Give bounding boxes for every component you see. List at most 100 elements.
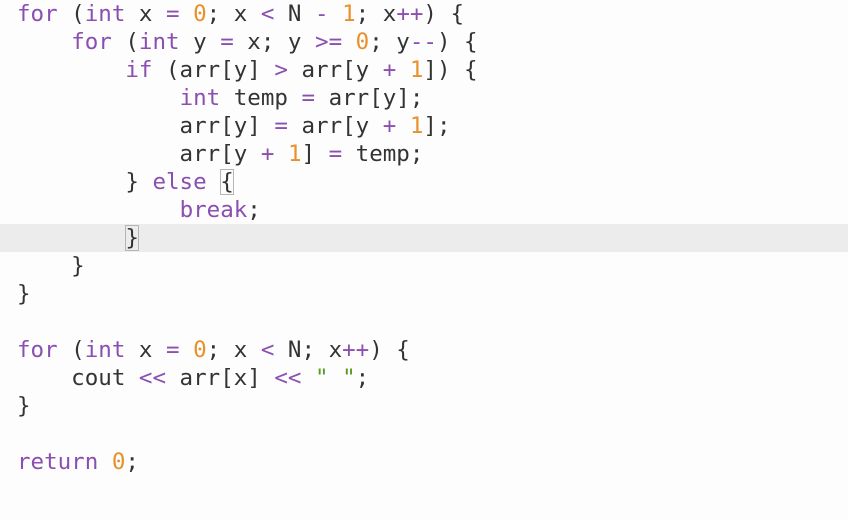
code-keyword: for: [17, 337, 58, 363]
code-number: 1: [342, 1, 356, 27]
code-text: arr[x]: [166, 365, 275, 391]
code-text: ];: [423, 113, 451, 139]
code-number: 0: [355, 29, 370, 55]
code-line[interactable]: arr[y + 1] = temp;: [0, 140, 848, 168]
code-operator: -: [315, 1, 329, 27]
code-line[interactable]: for (int y = x; y >= 0; y--) {: [0, 28, 848, 56]
code-line[interactable]: }: [0, 224, 848, 252]
code-text: ;: [247, 197, 261, 223]
code-operator: ++: [342, 337, 370, 363]
code-text: }: [17, 253, 85, 279]
code-keyword: else: [152, 169, 207, 195]
code-text: temp: [220, 85, 302, 111]
code-number: 0: [193, 1, 207, 27]
code-line[interactable]: } else {: [0, 168, 848, 196]
code-operator: +: [382, 57, 397, 83]
code-text: ;: [355, 365, 370, 391]
code-text: }: [17, 281, 31, 307]
code-keyword: for: [17, 1, 58, 27]
code-text: y: [179, 29, 221, 55]
code-line[interactable]: for (int x = 0; x < N; x++) {: [0, 336, 848, 364]
code-operator: +: [382, 113, 397, 139]
code-text: cout: [17, 365, 139, 391]
code-text: (arr[y]: [152, 57, 275, 83]
code-operator: =: [274, 113, 288, 139]
code-keyword: int: [84, 1, 126, 27]
code-text: (: [57, 1, 85, 27]
code-keyword: int: [138, 29, 180, 55]
code-line[interactable]: if (arr[y] > arr[y + 1]) {: [0, 56, 848, 84]
code-keyword: for: [71, 29, 112, 55]
code-text: (: [57, 337, 85, 363]
code-string: " ": [315, 365, 356, 391]
code-operator: <<: [274, 365, 302, 391]
code-operator: =: [220, 29, 234, 55]
code-text: ; x: [206, 337, 261, 363]
code-text: N: [274, 1, 316, 27]
code-operator: <: [260, 337, 275, 363]
code-number: 1: [409, 113, 424, 139]
matched-bracket: }: [125, 225, 139, 251]
code-text: N; x: [274, 337, 343, 363]
code-line[interactable]: for (int x = 0; x < N - 1; x++) {: [0, 0, 848, 28]
code-text: arr[y: [287, 57, 383, 83]
code-text: arr[y]: [17, 113, 275, 139]
code-keyword: int: [179, 85, 221, 111]
code-line[interactable]: break;: [0, 196, 848, 224]
code-text: ; x: [355, 1, 397, 27]
code-text: ;: [125, 449, 139, 475]
code-line[interactable]: cout << arr[x] << " ";: [0, 364, 848, 392]
code-line[interactable]: }: [0, 280, 848, 308]
code-text: ) {: [423, 1, 465, 27]
code-line[interactable]: }: [0, 392, 848, 420]
code-number: 0: [193, 337, 207, 363]
code-number: 0: [111, 449, 126, 475]
code-keyword: return: [17, 449, 99, 475]
code-operator: --: [409, 29, 437, 55]
code-keyword: if: [125, 57, 153, 83]
code-text: temp;: [342, 141, 424, 167]
code-text: ; x: [206, 1, 261, 27]
code-line[interactable]: int temp = arr[y];: [0, 84, 848, 112]
code-operator: +: [260, 141, 275, 167]
code-text: arr[y];: [315, 85, 424, 111]
code-text: }: [17, 169, 153, 195]
code-keyword: int: [84, 337, 126, 363]
code-line[interactable]: [0, 308, 848, 336]
code-operator: ++: [396, 1, 424, 27]
code-editor[interactable]: for (int x = 0; x < N - 1; x++) { for (i…: [0, 0, 848, 520]
code-text: ]: [301, 141, 329, 167]
code-text: x; y: [233, 29, 316, 55]
code-operator: >=: [315, 29, 343, 55]
code-line[interactable]: }: [0, 252, 848, 280]
code-text: x: [125, 337, 167, 363]
code-line[interactable]: [0, 420, 848, 448]
code-text: ; y: [369, 29, 410, 55]
code-text: ]) {: [423, 57, 478, 83]
code-text: x: [125, 1, 167, 27]
code-text: arr[y: [287, 113, 383, 139]
code-line[interactable]: return 0;: [0, 448, 848, 476]
code-text: (: [111, 29, 139, 55]
code-operator: <: [260, 1, 275, 27]
code-keyword: break: [179, 197, 248, 223]
code-text: }: [17, 393, 31, 419]
code-text: arr[y: [17, 141, 261, 167]
code-line[interactable]: arr[y] = arr[y + 1];: [0, 112, 848, 140]
code-number: 1: [287, 141, 302, 167]
code-text: ) {: [369, 337, 410, 363]
code-operator: =: [328, 141, 343, 167]
